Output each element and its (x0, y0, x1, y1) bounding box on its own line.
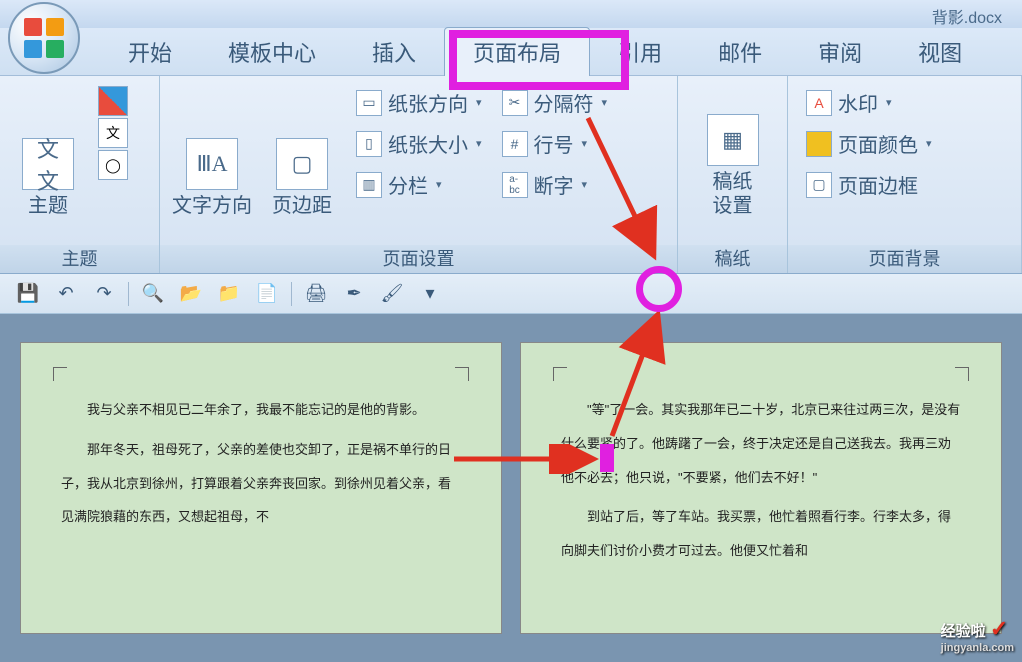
page-color-icon (806, 131, 832, 157)
title-bar: 背影.docx (0, 0, 1022, 28)
new-icon[interactable]: 📄 (253, 280, 281, 308)
undo-icon[interactable]: ↶ (52, 280, 80, 308)
tab-view[interactable]: 视图 (890, 28, 990, 76)
dropdown-arrow-icon: ▾ (926, 137, 932, 150)
watermark-icon: A (806, 90, 832, 116)
dropdown-arrow-icon: ▾ (886, 96, 892, 109)
dropdown-arrow-icon[interactable]: ▾ (416, 280, 444, 308)
watermark-domain: jingyanla.com (941, 642, 1014, 654)
brush-icon[interactable]: 🖌 (378, 280, 406, 308)
dropdown-arrow-icon: ▾ (476, 137, 482, 150)
paragraph: "等"了一会。其实我那年已二十岁，北京已来往过两三次，是没有什么要紧的了。他踌躇… (561, 393, 961, 494)
hyphenation-icon: a-bc (502, 172, 528, 198)
dropdown-arrow-icon: ▾ (582, 137, 588, 150)
themes-button[interactable]: 文文 主题 (8, 82, 88, 222)
theme-icon: 文文 (22, 138, 74, 190)
columns-icon: ▥ (356, 172, 382, 198)
paragraph: 到站了后，等了车站。我买票，他忙着照看行李。行李太多，得向脚夫们讨价小费才可过去… (561, 500, 961, 568)
orientation-icon: ▭ (356, 90, 382, 116)
text-direction-button[interactable]: ⅢA 文字方向 (168, 82, 256, 222)
dropdown-arrow-icon: ▾ (602, 96, 608, 109)
fonts-icon[interactable]: 文 (98, 118, 128, 148)
tab-start[interactable]: 开始 (100, 28, 200, 76)
ribbon: 文文 主题 文 ◯ 主题 ⅢA 文字方向 ▢ 页边距 ▭ (0, 76, 1022, 274)
text-direction-icon: ⅢA (186, 138, 238, 190)
print-icon[interactable]: 🖨 (302, 280, 330, 308)
size-icon: ▯ (356, 131, 382, 157)
page-border-button[interactable]: ▢ 页面边框 (806, 170, 932, 199)
tab-mail[interactable]: 邮件 (690, 28, 790, 76)
margin-corner (955, 367, 969, 381)
tab-layout[interactable]: 页面布局 (444, 27, 590, 76)
group-label-background: 页面背景 (788, 245, 1021, 273)
group-paper: ▦ 稿纸 设置 稿纸 (678, 76, 788, 273)
pen-icon[interactable]: ✒ (340, 280, 368, 308)
columns-button[interactable]: ▥ 分栏 ▾ (356, 170, 482, 199)
watermark-button[interactable]: A 水印 ▾ (806, 88, 932, 117)
tab-reference[interactable]: 引用 (590, 28, 690, 76)
margin-corner (553, 367, 567, 381)
margin-corner (53, 367, 67, 381)
group-label-paper: 稿纸 (678, 245, 787, 273)
separator (128, 282, 129, 306)
ribbon-tabs: 开始 模板中心 插入 页面布局 引用 邮件 审阅 视图 (0, 28, 1022, 76)
size-button[interactable]: ▯ 纸张大小 ▾ (356, 129, 482, 158)
page-2[interactable]: "等"了一会。其实我那年已二十岁，北京已来往过两三次，是没有什么要紧的了。他踌躇… (520, 342, 1002, 634)
highlight-cursor (600, 444, 614, 472)
line-numbers-button[interactable]: # 行号 ▾ (502, 129, 608, 158)
breaks-button[interactable]: ✂ 分隔符 ▾ (502, 88, 608, 117)
line-numbers-icon: # (502, 131, 528, 157)
orientation-button[interactable]: ▭ 纸张方向 ▾ (356, 88, 482, 117)
group-theme: 文文 主题 文 ◯ 主题 (0, 76, 160, 273)
folder-icon[interactable]: 📁 (215, 280, 243, 308)
redo-icon[interactable]: ↷ (90, 280, 118, 308)
paragraph: 那年冬天，祖母死了，父亲的差使也交卸了，正是祸不单行的日子，我从北京到徐州，打算… (61, 433, 461, 534)
group-page-setup: ⅢA 文字方向 ▢ 页边距 ▭ 纸张方向 ▾ ▯ 纸张大小 ▾ ▥ (160, 76, 678, 273)
open-icon[interactable]: 📂 (177, 280, 205, 308)
watermark-overlay: 经验啦 ✓ jingyanla.com (941, 616, 1014, 654)
document-area[interactable]: 我与父亲不相见已二年余了，我最不能忘记的是他的背影。 那年冬天，祖母死了，父亲的… (0, 314, 1022, 662)
check-icon: ✓ (990, 616, 1008, 641)
tab-template[interactable]: 模板中心 (200, 28, 344, 76)
hyphenation-button[interactable]: a-bc 断字 ▾ (502, 170, 608, 199)
preview-icon[interactable]: 🔍 (139, 280, 167, 308)
watermark-text: 经验啦 (941, 623, 986, 640)
page-border-icon: ▢ (806, 172, 832, 198)
group-background: A 水印 ▾ 页面颜色 ▾ ▢ 页面边框 页面背景 (788, 76, 1022, 273)
group-label-page-setup: 页面设置 (160, 245, 677, 273)
save-icon[interactable]: 💾 (14, 280, 42, 308)
colors-icon[interactable] (98, 86, 128, 116)
paper-icon: ▦ (707, 114, 759, 166)
margin-corner (455, 367, 469, 381)
paper-setting-button[interactable]: ▦ 稿纸 设置 (693, 82, 773, 222)
group-label-theme: 主题 (0, 245, 159, 273)
quick-access-toolbar: 💾 ↶ ↷ 🔍 📂 📁 📄 🖨 ✒ 🖌 ▾ (0, 274, 1022, 314)
dropdown-arrow-icon: ▾ (476, 96, 482, 109)
tab-review[interactable]: 审阅 (790, 28, 890, 76)
office-button[interactable] (8, 2, 80, 74)
page-color-button[interactable]: 页面颜色 ▾ (806, 129, 932, 158)
paragraph: 我与父亲不相见已二年余了，我最不能忘记的是他的背影。 (61, 393, 461, 427)
dropdown-arrow-icon: ▾ (436, 178, 442, 191)
breaks-icon: ✂ (502, 90, 528, 116)
document-title: 背影.docx (932, 4, 1002, 28)
effects-icon[interactable]: ◯ (98, 150, 128, 180)
separator (291, 282, 292, 306)
tab-insert[interactable]: 插入 (344, 28, 444, 76)
page-1[interactable]: 我与父亲不相见已二年余了，我最不能忘记的是他的背影。 那年冬天，祖母死了，父亲的… (20, 342, 502, 634)
margins-icon: ▢ (276, 138, 328, 190)
margins-button[interactable]: ▢ 页边距 (262, 82, 342, 222)
dropdown-arrow-icon: ▾ (582, 178, 588, 191)
